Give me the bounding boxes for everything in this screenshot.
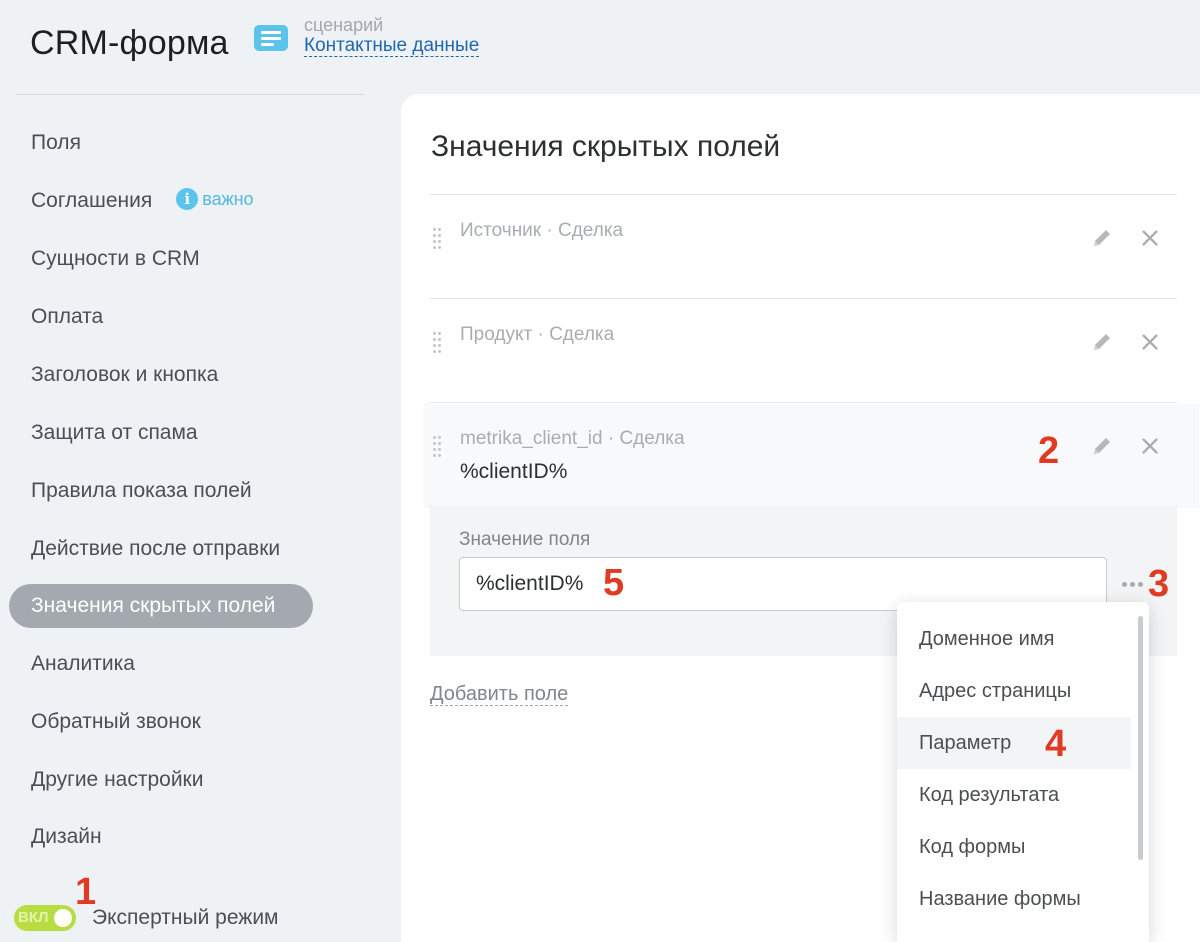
hidden-field-row: Продукт · Сделка — [423, 300, 1199, 404]
divider — [430, 402, 1177, 403]
pencil-icon[interactable] — [1090, 226, 1114, 250]
field-label: metrika_client_id · Сделка — [460, 428, 685, 449]
toggle-state-label: ВКЛ — [18, 909, 49, 926]
divider — [430, 298, 1177, 299]
dropdown-item-result-code[interactable]: Код результата — [897, 769, 1131, 821]
sidebar-item-label: Другие настройки — [31, 768, 204, 791]
sidebar-item-payment[interactable]: Оплата — [9, 295, 313, 339]
expert-mode-toggle[interactable]: ВКЛ — [14, 905, 76, 931]
sidebar-item-after-submit[interactable]: Действие после отправки — [9, 527, 313, 571]
dropdown-item-parameter[interactable]: Параметр — [897, 717, 1131, 769]
scenario-label: сценарий — [304, 15, 384, 35]
sidebar-item-analytics[interactable]: Аналитика — [9, 642, 313, 686]
sidebar-item-label: Правила показа полей — [31, 479, 252, 502]
sidebar-item-label: Дизайн — [31, 825, 102, 848]
divider — [430, 194, 1177, 195]
sidebar-item-field-rules[interactable]: Правила показа полей — [9, 469, 313, 513]
sidebar-item-label: Соглашения — [31, 189, 153, 212]
field-value: %clientID% — [460, 460, 568, 483]
sidebar-item-label: Поля — [31, 131, 81, 154]
hidden-field-row-selected: metrika_client_id · Сделка %clientID% — [423, 404, 1199, 508]
dropdown-item-domain[interactable]: Доменное имя — [897, 613, 1131, 665]
sidebar-item-hidden-fields[interactable]: Значения скрытых полей — [9, 584, 313, 628]
app-title: CRM-форма — [30, 24, 229, 62]
sidebar-item-label: Аналитика — [31, 652, 135, 675]
field-label: Продукт · Сделка — [460, 324, 615, 345]
sidebar-item-header-button[interactable]: Заголовок и кнопка — [9, 353, 313, 397]
close-icon[interactable] — [1139, 434, 1161, 458]
sidebar-item-label: Значения скрытых полей — [31, 594, 276, 617]
dropdown-item-form-code[interactable]: Код формы — [897, 821, 1131, 873]
important-badge: важно — [202, 189, 254, 210]
drag-handle-icon[interactable] — [433, 332, 443, 354]
annotation-1: 1 — [75, 871, 97, 913]
document-lines-icon — [254, 25, 288, 51]
info-icon: i — [176, 188, 199, 211]
sidebar-item-spam-protection[interactable]: Защита от спама — [9, 411, 313, 455]
pencil-icon[interactable] — [1090, 330, 1114, 354]
sidebar-item-label: Действие после отправки — [31, 537, 281, 560]
sidebar-item-crm-entities[interactable]: Сущности в CRM — [9, 237, 313, 281]
sidebar-item-other-settings[interactable]: Другие настройки — [9, 758, 313, 802]
toggle-knob — [54, 909, 72, 927]
field-label: Источник · Сделка — [460, 220, 624, 241]
sidebar-item-agreements[interactable]: Соглашения i важно — [9, 179, 313, 223]
sidebar-item-design[interactable]: Дизайн — [9, 815, 313, 859]
field-value-label: Значение поля — [459, 529, 591, 550]
variable-dropdown-menu: Доменное имя Адрес страницы Параметр Код… — [897, 602, 1149, 942]
dropdown-scrollbar[interactable] — [1138, 616, 1143, 860]
sidebar-item-label: Заголовок и кнопка — [31, 363, 219, 386]
annotation-2: 2 — [1038, 430, 1060, 472]
dropdown-item-form-name[interactable]: Название формы — [897, 873, 1131, 925]
expert-mode-label: Экспертный режим — [92, 906, 279, 929]
close-icon[interactable] — [1139, 226, 1161, 250]
annotation-5: 5 — [603, 562, 625, 604]
add-field-link[interactable]: Добавить поле — [430, 683, 569, 706]
pencil-icon[interactable] — [1090, 434, 1114, 458]
hidden-field-row: Источник · Сделка — [423, 196, 1199, 300]
scenario-link[interactable]: Контактные данные — [304, 36, 480, 57]
sidebar-item-label: Сущности в CRM — [31, 247, 200, 270]
sidebar-item-label: Защита от спама — [31, 421, 198, 444]
sidebar-item-label: Оплата — [31, 305, 104, 328]
sidebar-divider — [16, 94, 364, 95]
dropdown-item-page-url[interactable]: Адрес страницы — [897, 665, 1131, 717]
annotation-3: 3 — [1148, 563, 1170, 605]
sidebar-item-callback[interactable]: Обратный звонок — [9, 700, 313, 744]
annotation-4: 4 — [1045, 723, 1067, 765]
drag-handle-icon[interactable] — [433, 228, 443, 250]
drag-handle-icon[interactable] — [433, 436, 443, 458]
sidebar-item-fields[interactable]: Поля — [9, 121, 313, 165]
page-title: Значения скрытых полей — [431, 130, 781, 163]
close-icon[interactable] — [1139, 330, 1161, 354]
more-options-button[interactable] — [1122, 571, 1148, 595]
sidebar-item-label: Обратный звонок — [31, 710, 201, 733]
